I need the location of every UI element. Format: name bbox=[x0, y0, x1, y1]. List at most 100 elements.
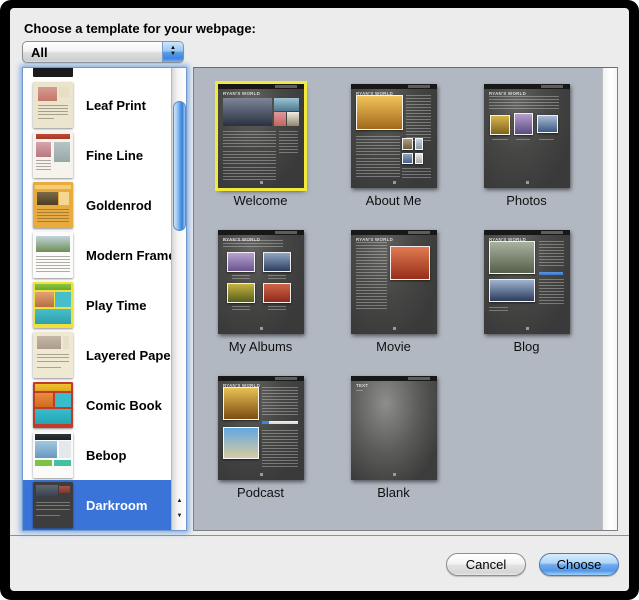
page-thumbnail: Ryan's World bbox=[351, 230, 437, 334]
scroll-up-icon[interactable]: ▲ bbox=[172, 494, 187, 509]
popup-arrows-icon: ▲ ▼ bbox=[162, 42, 183, 62]
template-thumbnail bbox=[33, 482, 73, 528]
photo-placeholder bbox=[490, 115, 510, 135]
page-footer-mark bbox=[260, 473, 263, 476]
template-name: Leaf Print bbox=[86, 98, 146, 113]
page-footer-mark bbox=[393, 327, 396, 330]
grid-item-about-me[interactable]: Ryan's WorldAbout Me bbox=[327, 84, 460, 230]
page-preview-title: Text bbox=[356, 383, 368, 388]
grid-item-welcome[interactable]: Ryan's WorldWelcome bbox=[194, 84, 327, 230]
photo-placeholder bbox=[274, 112, 286, 126]
page-template-grid: Ryan's WorldWelcomeRyan's WorldAbout MeR… bbox=[194, 68, 602, 522]
photo-placeholder bbox=[35, 441, 57, 458]
template-list: Leaf PrintFine LineGoldenrodModern Frame… bbox=[23, 68, 173, 530]
scrollbar-thumb[interactable] bbox=[173, 101, 186, 231]
page-preview: Text bbox=[351, 376, 437, 480]
text-lines bbox=[37, 361, 69, 365]
sidebar-item-modern-frame[interactable]: Modern Frame bbox=[23, 230, 187, 280]
grid-item-blog[interactable]: Ryan's WorldBlog bbox=[460, 230, 593, 376]
photo-placeholder bbox=[35, 460, 52, 466]
page-navbar bbox=[484, 84, 570, 89]
text-lines bbox=[268, 306, 286, 310]
photo-placeholder bbox=[55, 393, 71, 407]
sidebar-scrollbar[interactable]: ▲ ▼ bbox=[171, 68, 186, 530]
grid-scrollbar-track[interactable] bbox=[602, 68, 617, 530]
photo-placeholder bbox=[35, 393, 53, 407]
choose-button[interactable]: Choose bbox=[539, 553, 619, 576]
template-thumbnail bbox=[33, 82, 73, 128]
photo-placeholder bbox=[59, 87, 69, 97]
text-lines bbox=[36, 256, 70, 272]
photo-placeholder bbox=[223, 427, 259, 459]
photo-placeholder bbox=[262, 421, 269, 425]
page-preview: Ryan's World bbox=[218, 230, 304, 334]
template-name: Modern Frame bbox=[86, 248, 176, 263]
page-footer-mark bbox=[393, 181, 396, 184]
text-lines bbox=[223, 167, 276, 179]
page-navbar bbox=[218, 230, 304, 235]
page-thumbnail: Ryan's World bbox=[351, 84, 437, 188]
text-lines bbox=[262, 387, 298, 416]
text-lines bbox=[223, 240, 283, 248]
text-lines bbox=[36, 502, 70, 506]
photo-placeholder bbox=[38, 87, 57, 102]
photo-placeholder bbox=[55, 292, 70, 307]
text-lines bbox=[539, 139, 554, 142]
category-filter-select[interactable]: All ▲ ▼ bbox=[22, 41, 184, 63]
dialog-title: Choose a template for your webpage: bbox=[24, 21, 256, 36]
photo-placeholder bbox=[59, 192, 69, 205]
photo-placeholder bbox=[37, 192, 58, 205]
photo-placeholder bbox=[227, 252, 255, 272]
sidebar-item-fine-line[interactable]: Fine Line bbox=[23, 130, 187, 180]
template-thumbnail bbox=[33, 282, 73, 328]
template-name: Comic Book bbox=[86, 398, 162, 413]
photo-placeholder bbox=[36, 142, 51, 157]
page-navbar bbox=[351, 84, 437, 89]
page-thumbnail: Ryan's World bbox=[484, 230, 570, 334]
grid-item-my-albums[interactable]: Ryan's WorldMy Albums bbox=[194, 230, 327, 376]
sidebar-item-play-time[interactable]: Play Time bbox=[23, 280, 187, 330]
text-lines bbox=[539, 279, 565, 304]
photo-placeholder bbox=[35, 292, 53, 307]
page-preview: Ryan's World bbox=[484, 84, 570, 188]
text-lines bbox=[356, 136, 401, 155]
grid-item-blank[interactable]: TextBlank bbox=[327, 376, 460, 522]
photo-placeholder bbox=[59, 441, 71, 458]
text-lines bbox=[406, 95, 431, 143]
page-preview: Ryan's World bbox=[218, 376, 304, 480]
template-thumbnail bbox=[33, 232, 73, 278]
grid-item-movie[interactable]: Ryan's World Movie bbox=[327, 230, 460, 376]
photo-placeholder bbox=[35, 309, 70, 325]
text-lines bbox=[492, 139, 507, 142]
template-name: Goldenrod bbox=[86, 198, 152, 213]
photo-placeholder bbox=[537, 115, 559, 133]
page-template-name: Movie bbox=[376, 339, 411, 354]
photo-placeholder bbox=[223, 387, 259, 419]
sidebar-item-leaf-print[interactable]: Leaf Print bbox=[23, 80, 187, 130]
cancel-button[interactable]: Cancel bbox=[446, 553, 526, 576]
photo-placeholder bbox=[489, 279, 535, 302]
text-lines bbox=[38, 118, 54, 121]
template-thumbnail bbox=[33, 432, 73, 478]
dialog-window: Choose a template for your webpage: All … bbox=[0, 0, 639, 600]
page-preview-title: Ryan's World bbox=[489, 91, 526, 96]
photo-placeholder bbox=[35, 384, 70, 391]
sidebar-item-bebop[interactable]: Bebop bbox=[23, 430, 187, 480]
page-thumbnail: Ryan's World bbox=[218, 376, 304, 480]
template-name: Bebop bbox=[86, 448, 126, 463]
text-lines bbox=[268, 275, 286, 279]
sidebar-item-darkroom[interactable]: Darkroom bbox=[23, 480, 187, 530]
grid-item-photos[interactable]: Ryan's WorldPhotos bbox=[460, 84, 593, 230]
sidebar-item-layered-paper[interactable]: Layered Paper bbox=[23, 330, 187, 380]
sidebar-item-goldenrod[interactable]: Goldenrod bbox=[23, 180, 187, 230]
partial-template-thumbnail bbox=[33, 68, 73, 77]
page-navbar bbox=[351, 376, 437, 381]
photo-placeholder bbox=[274, 98, 299, 111]
sidebar-item-comic-book[interactable]: Comic Book bbox=[23, 380, 187, 430]
scroll-down-icon[interactable]: ▼ bbox=[172, 509, 187, 524]
page-thumbnail: Ryan's World bbox=[484, 84, 570, 188]
grid-item-podcast[interactable]: Ryan's WorldPodcast bbox=[194, 376, 327, 522]
photo-placeholder bbox=[402, 138, 413, 149]
page-navbar bbox=[351, 230, 437, 235]
text-lines bbox=[223, 131, 276, 148]
